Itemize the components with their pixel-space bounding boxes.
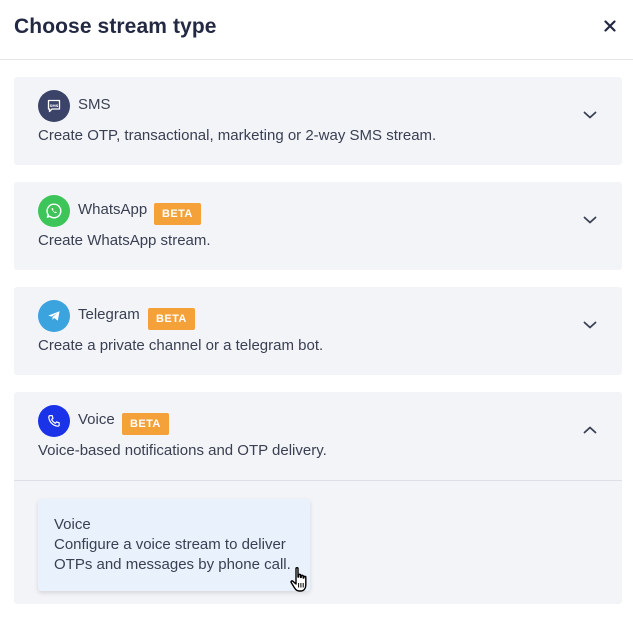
beta-badge: BETA [122, 413, 169, 435]
whatsapp-icon [38, 195, 70, 227]
close-icon [604, 20, 616, 32]
stream-option-whatsapp[interactable]: WhatsApp BETA Create WhatsApp stream. [14, 182, 622, 270]
stream-option-name: WhatsApp [78, 201, 148, 218]
divider [14, 480, 622, 481]
stream-option-description: Voice-based notifications and OTP delive… [38, 442, 327, 459]
stream-option-header[interactable]: Voice BETA Voice-based notifications and… [14, 392, 622, 480]
hand-pointer-cursor-icon [290, 566, 307, 592]
stream-option-name: Telegram [78, 306, 140, 323]
stream-option-header[interactable]: SMS SMS Create OTP, transactional, marke… [14, 77, 622, 165]
close-button[interactable] [598, 14, 622, 38]
stream-option-name: Voice [78, 411, 115, 428]
stream-option-sms[interactable]: SMS SMS Create OTP, transactional, marke… [14, 77, 622, 165]
stream-option-description: Create WhatsApp stream. [38, 232, 211, 249]
choose-stream-type-dialog: Choose stream type SMS SMS Create OTP, t… [0, 0, 633, 619]
stream-option-header[interactable]: Telegram BETA Create a private channel o… [14, 287, 622, 375]
sms-icon: SMS [38, 90, 70, 122]
dialog-title: Choose stream type [14, 15, 217, 38]
chevron-up-icon[interactable] [580, 420, 600, 440]
chevron-down-icon[interactable] [580, 210, 600, 230]
stream-option-description: Create a private channel or a telegram b… [38, 337, 324, 354]
stream-option-voice[interactable]: Voice BETA Voice-based notifications and… [14, 392, 622, 604]
beta-badge: BETA [148, 308, 195, 330]
stream-option-telegram[interactable]: Telegram BETA Create a private channel o… [14, 287, 622, 375]
chevron-down-icon[interactable] [580, 105, 600, 125]
stream-option-name: SMS [78, 96, 111, 113]
sub-option-title: Voice [54, 516, 91, 533]
voice-stream-sub-option[interactable]: Voice Configure a voice stream to delive… [38, 499, 310, 591]
sub-option-description-line-2: OTPs and messages by phone call. [54, 556, 291, 573]
chevron-down-icon[interactable] [580, 315, 600, 335]
beta-badge: BETA [154, 203, 201, 225]
sub-option-description-line-1: Configure a voice stream to deliver [54, 536, 286, 553]
stream-option-header[interactable]: WhatsApp BETA Create WhatsApp stream. [14, 182, 622, 270]
phone-icon [38, 405, 70, 437]
svg-text:SMS: SMS [50, 104, 59, 108]
dialog-header: Choose stream type [0, 0, 633, 60]
stream-option-description: Create OTP, transactional, marketing or … [38, 127, 437, 144]
telegram-icon [38, 300, 70, 332]
